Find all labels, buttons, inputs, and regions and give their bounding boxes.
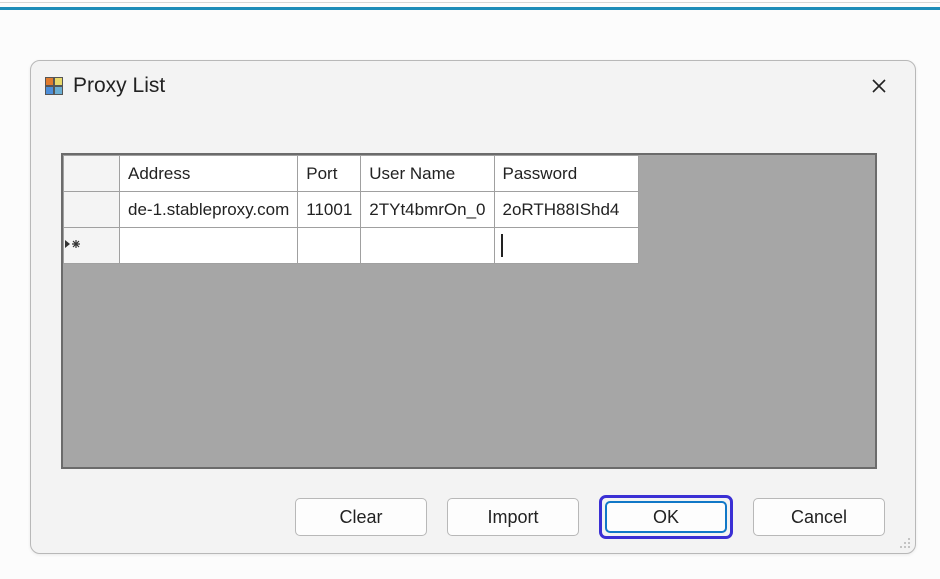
- new-row-indicator: [64, 228, 120, 264]
- new-row-icon: [64, 238, 82, 250]
- app-icon: [45, 77, 63, 95]
- col-header-address[interactable]: Address: [120, 156, 298, 192]
- new-cell-address[interactable]: [120, 228, 298, 264]
- proxy-grid[interactable]: Address Port User Name Password de-1.sta…: [61, 153, 877, 469]
- close-icon: [871, 78, 887, 94]
- cell-username[interactable]: 2TYt4bmrOn_0: [361, 192, 494, 228]
- new-cell-password[interactable]: [494, 228, 638, 264]
- top-divider: [0, 4, 940, 10]
- titlebar: Proxy List: [31, 61, 915, 109]
- col-header-port[interactable]: Port: [298, 156, 361, 192]
- new-cell-username[interactable]: [361, 228, 494, 264]
- row-header-corner: [64, 156, 120, 192]
- proxy-list-dialog: Proxy List Address Port User Name Passwo…: [30, 60, 916, 554]
- grid-new-row[interactable]: [64, 228, 639, 264]
- cancel-button[interactable]: Cancel: [753, 498, 885, 536]
- cell-address[interactable]: de-1.stableproxy.com: [120, 192, 298, 228]
- grid-data-row[interactable]: de-1.stableproxy.com 11001 2TYt4bmrOn_0 …: [64, 192, 639, 228]
- ok-button-focus-ring: OK: [599, 495, 733, 539]
- col-header-username[interactable]: User Name: [361, 156, 494, 192]
- cell-password[interactable]: 2oRTH88IShd4: [494, 192, 638, 228]
- close-button[interactable]: [859, 68, 899, 104]
- cell-port[interactable]: 11001: [298, 192, 361, 228]
- clear-button[interactable]: Clear: [295, 498, 427, 536]
- dialog-button-row: Clear Import OK Cancel: [31, 493, 915, 541]
- ok-button[interactable]: OK: [605, 501, 727, 533]
- dialog-title: Proxy List: [73, 74, 165, 98]
- import-button[interactable]: Import: [447, 498, 579, 536]
- grid-header-row: Address Port User Name Password: [64, 156, 639, 192]
- col-header-password[interactable]: Password: [494, 156, 638, 192]
- row-header[interactable]: [64, 192, 120, 228]
- new-cell-port[interactable]: [298, 228, 361, 264]
